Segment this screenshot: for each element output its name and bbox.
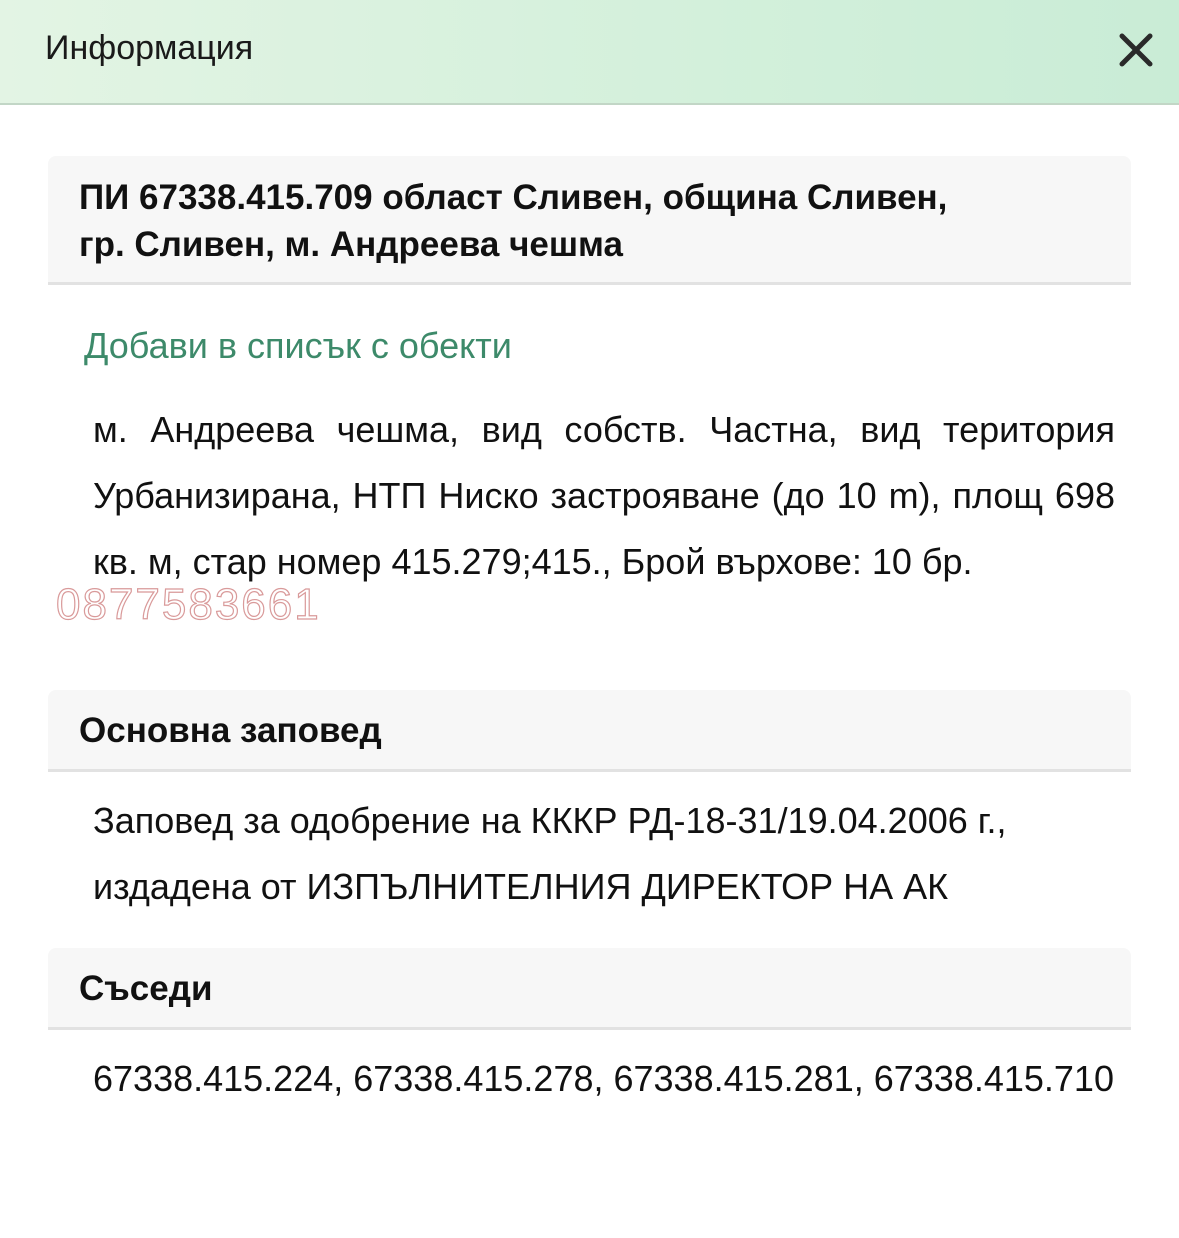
close-icon xyxy=(1119,33,1153,67)
dialog-header: Информация xyxy=(0,0,1179,105)
order-text: Заповед за одобрение на КККР РД-18-31/19… xyxy=(93,800,1007,907)
watermark-phone: 0877583661 xyxy=(55,579,321,629)
property-title-line1: ПИ 67338.415.709 област Сливен, община С… xyxy=(79,178,948,217)
property-description: м. Андреева чешма, вид собств. Частна, в… xyxy=(93,409,1115,582)
add-to-list-link[interactable]: Добави в списък с обекти xyxy=(84,323,512,369)
close-button[interactable] xyxy=(1112,26,1160,74)
neighbors-list: 67338.415.224, 67338.415.278, 67338.415.… xyxy=(93,1058,1114,1099)
neighbors-heading: Съседи xyxy=(79,969,213,1008)
order-section-header: Основна заповед xyxy=(48,690,1131,772)
dialog-title: Информация xyxy=(45,29,254,67)
property-title-section: ПИ 67338.415.709 област Сливен, община С… xyxy=(48,156,1131,285)
order-heading: Основна заповед xyxy=(79,711,382,750)
neighbors-section-header: Съседи xyxy=(48,948,1131,1030)
property-title-line2: гр. Сливен, м. Андреева чешма xyxy=(79,225,623,264)
